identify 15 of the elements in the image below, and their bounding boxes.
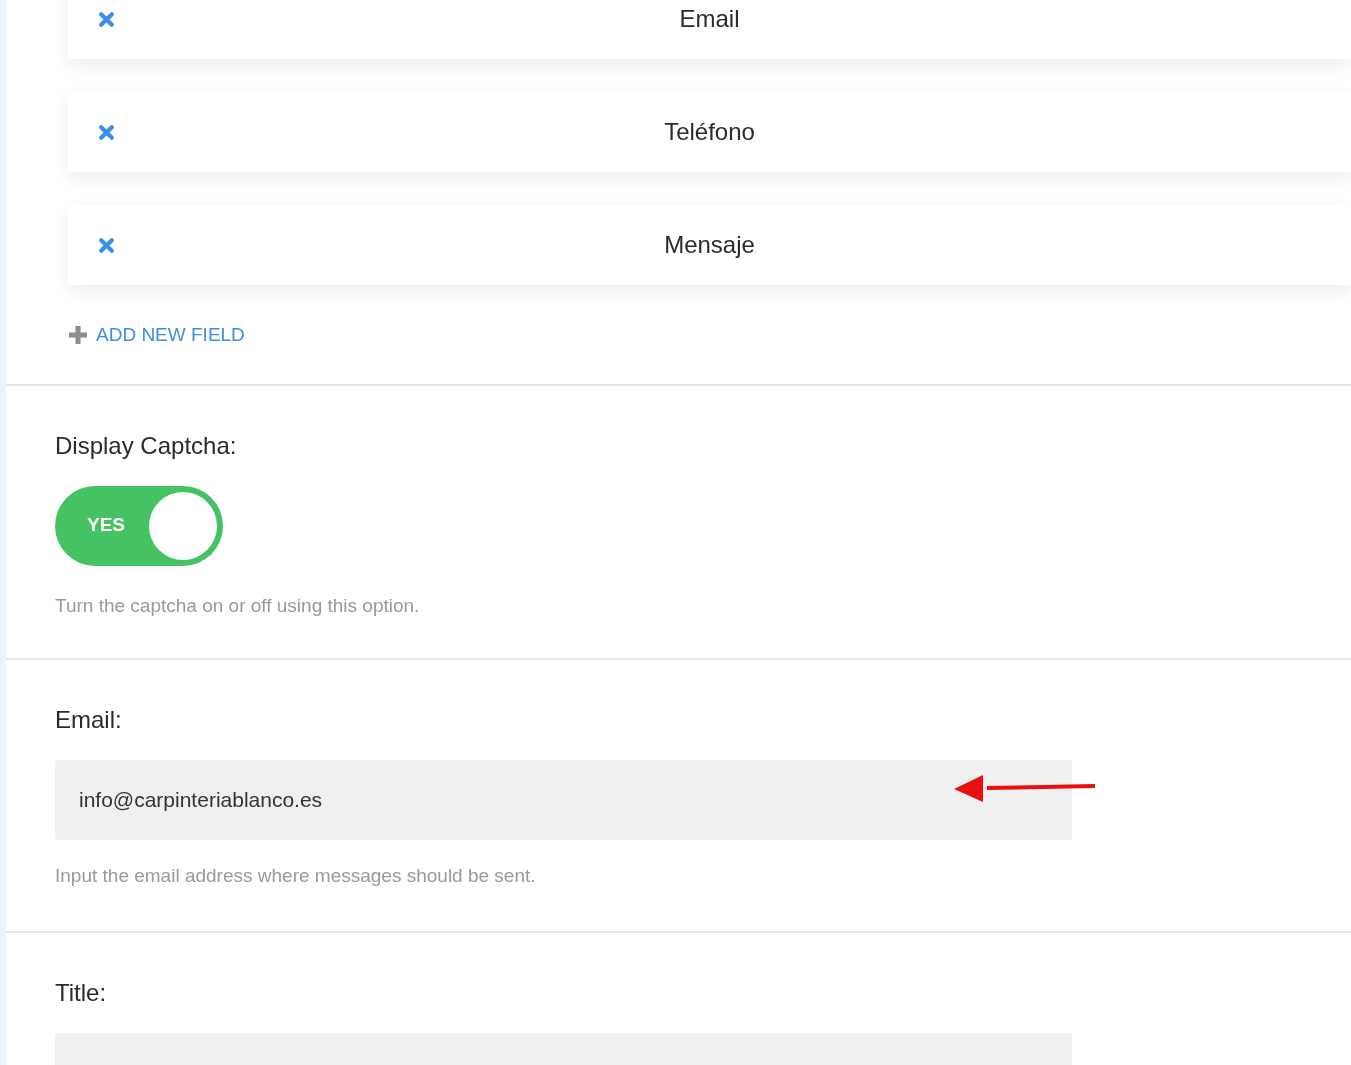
- field-name: Teléfono: [664, 117, 755, 147]
- field-label: Email:: [55, 705, 123, 735]
- remove-icon[interactable]: [98, 124, 115, 141]
- email-input[interactable]: info@carpinteriablanco.es: [55, 760, 1072, 840]
- add-field-button[interactable]: ADD NEW FIELD: [68, 321, 245, 350]
- remove-icon[interactable]: [98, 237, 115, 254]
- field-label: Display Captcha:: [55, 430, 238, 461]
- field-label: Title:: [55, 977, 108, 1008]
- help-text: Turn the captcha on or off using this option.: [55, 593, 421, 618]
- help-text: Input the email address where messages should be sent.: [55, 864, 537, 888]
- captcha-toggle[interactable]: YES: [55, 485, 223, 566]
- remove-icon[interactable]: [98, 11, 115, 28]
- field-name: Email: [679, 4, 740, 34]
- field-name: Mensaje: [664, 230, 755, 260]
- plus-icon: [68, 325, 88, 346]
